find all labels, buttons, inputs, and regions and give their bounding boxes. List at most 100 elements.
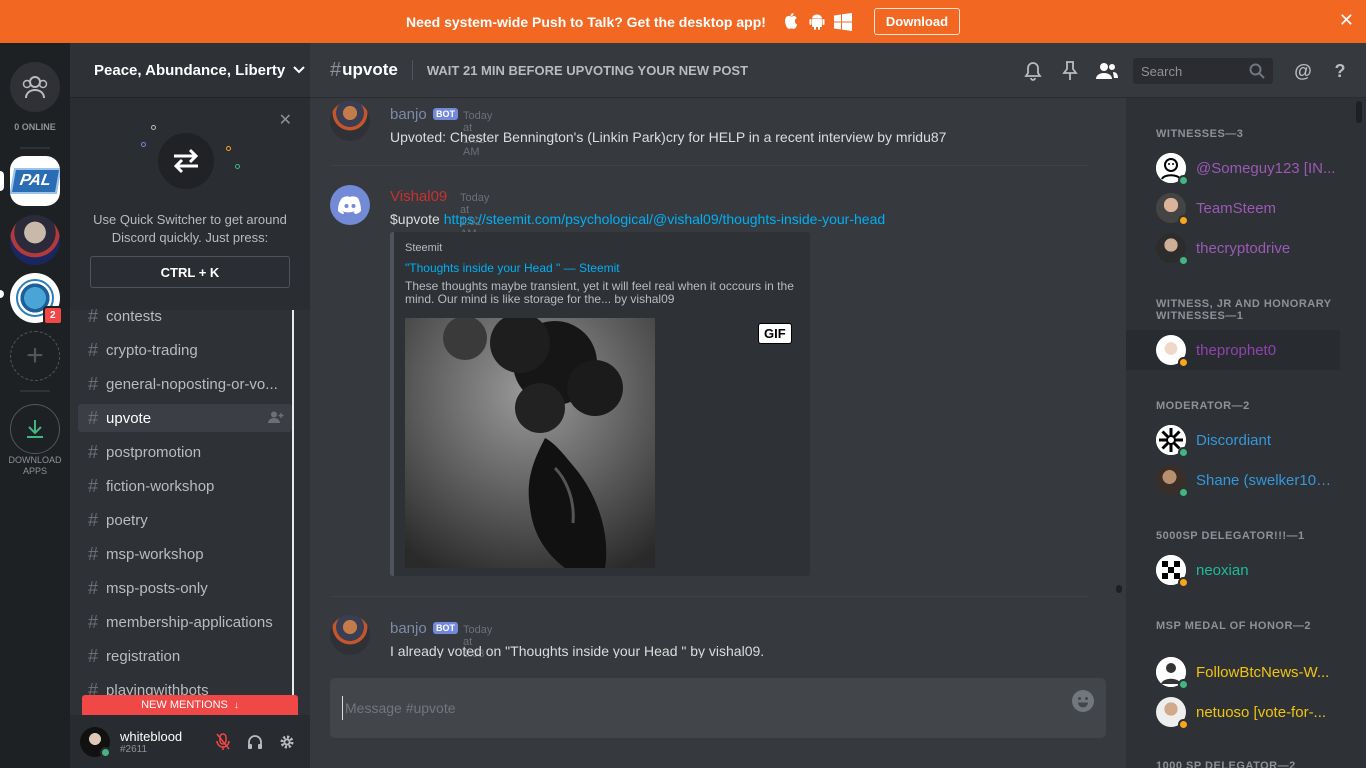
user-panel: whiteblood #2611 [70, 715, 310, 768]
download-apps-button[interactable] [10, 404, 60, 454]
channel-postpromotion[interactable]: ▶#postpromotion [78, 438, 292, 466]
hash-icon: # [88, 407, 99, 428]
desktop-app-banner: Need system-wide Push to Talk? Get the d… [0, 0, 1366, 43]
channel-msp-workshop[interactable]: ▶#msp-workshop [78, 540, 292, 568]
avatar [1156, 233, 1189, 266]
download-apps-label: DOWNLOAD APPS [8, 455, 62, 476]
gear-icon[interactable] [278, 733, 296, 751]
channel-registration[interactable]: ▶#registration [78, 642, 292, 670]
server-list: 0 ONLINE PAL 2 + DOWNLOAD APPS [0, 43, 70, 768]
search-input[interactable]: Search [1133, 58, 1273, 84]
decor-dot [226, 146, 231, 151]
message-composer [330, 678, 1106, 738]
member-item[interactable]: @Someguy123 [IN... [1156, 148, 1346, 188]
member-item[interactable]: Shane (swelker101... [1156, 460, 1346, 500]
member-item[interactable]: FollowBtcNews-W... [1156, 652, 1346, 692]
message-author[interactable]: Vishal09 [390, 188, 447, 205]
add-server-button[interactable]: + [10, 331, 60, 381]
bell-icon[interactable] [1021, 59, 1045, 83]
channel-scrollbar[interactable] [292, 310, 294, 700]
message-divider [330, 596, 1088, 597]
pin-icon[interactable] [1058, 59, 1082, 83]
member-scrollbar[interactable] [1355, 98, 1363, 768]
windows-icon [833, 12, 853, 32]
member-group-header: WITNESSES—3 [1156, 128, 1244, 140]
mentions-at-icon[interactable]: @ [1291, 59, 1315, 83]
hash-icon: # [88, 475, 99, 496]
channel-contests[interactable]: ▶#contests [78, 302, 292, 330]
member-item[interactable]: netuoso [vote-for-... [1156, 692, 1346, 732]
member-name: Discordiant [1196, 431, 1272, 449]
search-placeholder: Search [1141, 63, 1183, 79]
embed-provider: Steemit [405, 242, 443, 254]
member-item[interactable]: theprophet0 [1126, 330, 1340, 370]
scrollbar-thumb[interactable] [1116, 585, 1122, 593]
server-pal[interactable]: PAL [10, 156, 60, 206]
new-mentions-label: NEW MENTIONS [141, 699, 228, 711]
avatar [1156, 425, 1189, 458]
invite-user-icon[interactable] [268, 411, 284, 426]
member-group-header: 1000 SP DELEGATOR—2 [1156, 760, 1296, 768]
chat-header: # upvote WAIT 21 MIN BEFORE UPVOTING YOU… [310, 43, 1366, 98]
message-text: I already voted on "Thoughts inside your… [390, 643, 765, 658]
hash-icon: # [88, 611, 99, 632]
new-mentions-bar[interactable]: NEW MENTIONS ↓ [82, 695, 298, 715]
member-group-header: WITNESS, JR AND HONORARY WITNESSES—1 [1156, 298, 1332, 322]
channel-title: upvote [342, 60, 398, 79]
avatar [1156, 555, 1189, 588]
mute-mic-icon[interactable] [214, 733, 232, 751]
close-icon[interactable]: ✕ [1339, 10, 1354, 31]
avatar[interactable] [330, 185, 370, 225]
avatar [1156, 335, 1189, 368]
close-icon[interactable]: ✕ [279, 110, 292, 130]
decor-dot [141, 142, 146, 147]
friends-home-button[interactable] [10, 62, 60, 112]
guild-header[interactable]: Peace, Abundance, Liberty [70, 43, 310, 98]
arrow-down-icon: ↓ [233, 699, 239, 711]
channel-membership-applications[interactable]: ▶#membership-applications [78, 608, 292, 636]
banner-text: Need system-wide Push to Talk? Get the d… [405, 13, 766, 30]
member-item[interactable]: neoxian [1156, 550, 1346, 590]
download-button[interactable]: Download [873, 8, 961, 35]
message-scrollbar[interactable] [1115, 98, 1123, 658]
member-item[interactable]: Discordiant [1156, 420, 1346, 460]
message-link[interactable]: https://steemit.com/psychological/@visha… [444, 211, 885, 227]
divider [411, 60, 413, 80]
channel-msp-posts-only[interactable]: ▶#msp-posts-only [78, 574, 292, 602]
channel-general-noposting[interactable]: ▶#general-noposting-or-vo... [78, 370, 292, 398]
android-icon [807, 12, 827, 32]
emoji-icon[interactable] [1072, 690, 1094, 712]
online-count: 0 ONLINE [14, 122, 56, 132]
server-icon-2[interactable] [10, 215, 60, 265]
search-icon [1249, 63, 1265, 82]
quick-switcher-shortcut[interactable]: CTRL + K [90, 256, 290, 288]
message-input[interactable] [342, 696, 1042, 720]
message-author[interactable]: banjo [390, 620, 427, 637]
message-author[interactable]: banjo [390, 106, 427, 123]
channel-list: ▶#contests ▶#crypto-trading ▶#general-no… [70, 299, 310, 700]
status-idle-icon [1178, 719, 1189, 730]
members-icon[interactable] [1095, 59, 1119, 83]
hash-icon: # [88, 373, 99, 394]
member-item[interactable]: TeamSteem [1156, 188, 1346, 228]
channel-upvote[interactable]: # upvote [78, 404, 292, 432]
message-text: $upvote https://steemit.com/psychologica… [390, 211, 885, 227]
channel-crypto-trading[interactable]: ▶#crypto-trading [78, 336, 292, 364]
help-icon[interactable]: ? [1328, 59, 1352, 83]
member-item[interactable]: thecryptodrive [1156, 228, 1346, 268]
status-online-icon [1178, 487, 1189, 498]
bot-badge: BOT [433, 108, 458, 120]
pal-logo: PAL [10, 168, 60, 194]
member-group-header: 5000SP DELEGATOR!!!—1 [1156, 530, 1305, 542]
embed-image[interactable] [405, 318, 655, 568]
status-idle-icon [1178, 577, 1189, 588]
avatar[interactable] [330, 101, 370, 141]
embed-title[interactable]: "Thoughts inside your Head " — Steemit [405, 261, 620, 275]
channel-fiction-workshop[interactable]: ▶#fiction-workshop [78, 472, 292, 500]
scrollbar-thumb[interactable] [1356, 101, 1362, 123]
channel-poetry[interactable]: ▶#poetry [78, 506, 292, 534]
avatar[interactable] [330, 615, 370, 655]
headphones-icon[interactable] [246, 733, 264, 751]
channel-topic: WAIT 21 MIN BEFORE UPVOTING YOUR NEW POS… [426, 62, 749, 78]
status-idle-icon [1178, 357, 1189, 368]
